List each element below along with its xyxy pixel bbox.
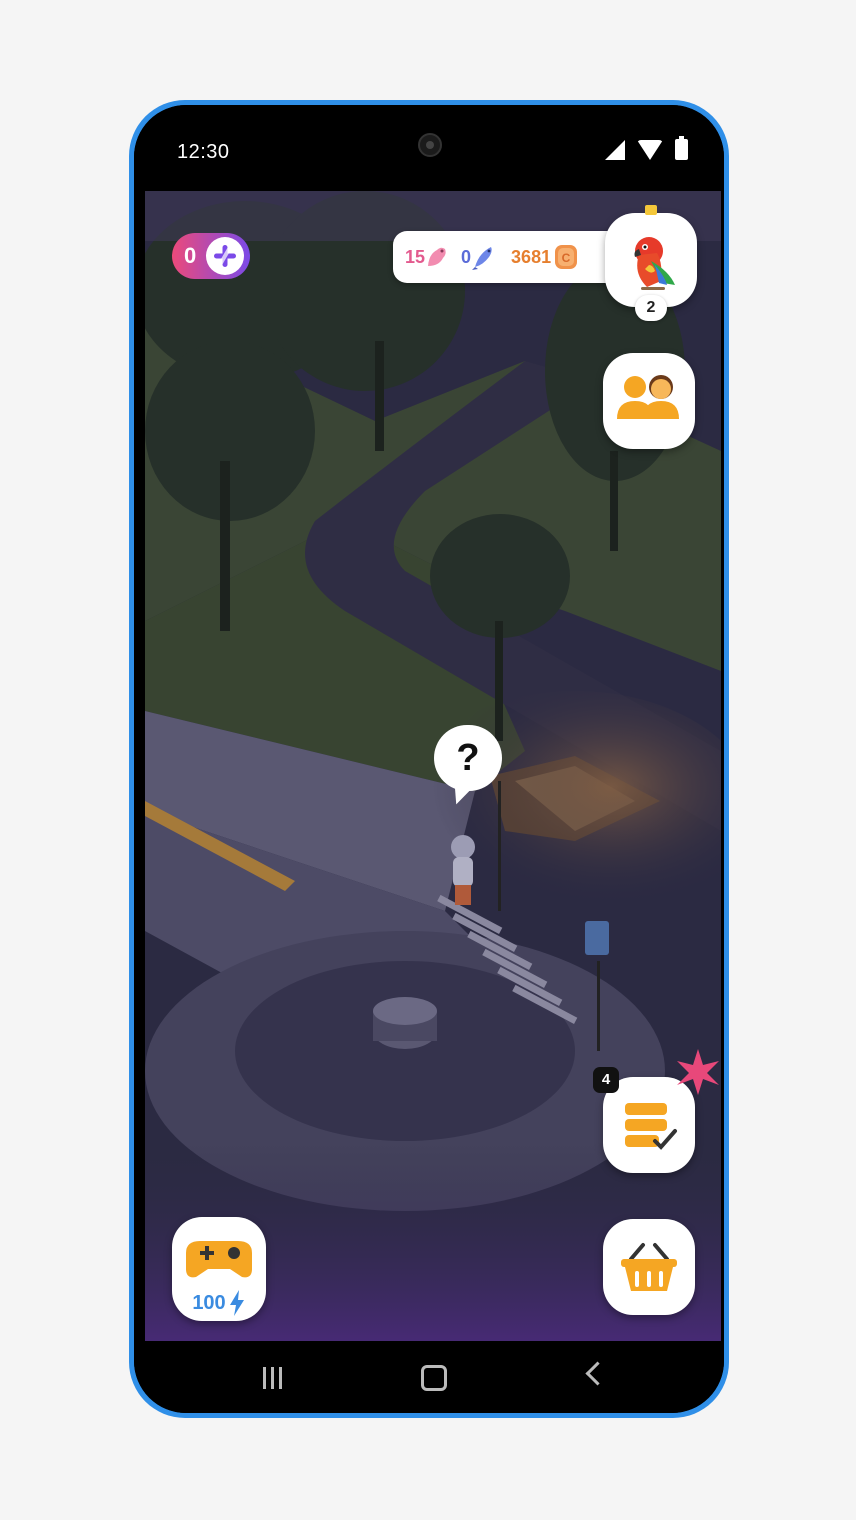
birds-count: 15 xyxy=(405,246,426,267)
front-camera xyxy=(418,133,442,157)
sparkle-icon xyxy=(677,1049,719,1095)
navigation-bar xyxy=(134,1341,724,1413)
fish-count: 0 xyxy=(461,246,472,267)
question-bubble[interactable]: ? xyxy=(434,725,502,791)
status-bar: 12:30 xyxy=(134,105,724,191)
fish-currency: 0 xyxy=(461,243,497,271)
energy-count: 0 xyxy=(184,243,197,268)
parrot-icon xyxy=(634,237,675,290)
games-energy-cost: 100 xyxy=(180,1289,258,1317)
tasks-button[interactable]: 4 xyxy=(593,1049,719,1173)
games-energy-value: 100 xyxy=(192,1291,226,1314)
friends-icon xyxy=(617,375,679,419)
pink-bird-icon xyxy=(428,247,446,266)
parrot-button[interactable]: 2 xyxy=(605,205,697,321)
crown-icon xyxy=(645,205,657,215)
friends-button[interactable] xyxy=(603,353,695,449)
battery-icon xyxy=(675,136,688,160)
basket-icon xyxy=(621,1243,677,1291)
coins-currency: 3681 C xyxy=(511,243,579,271)
coin-icon: C xyxy=(555,245,578,269)
home-icon[interactable] xyxy=(414,1365,454,1391)
game-scene[interactable]: 0 15 0 3681 C 2 4 100 ? xyxy=(145,191,721,1341)
energy-counter[interactable]: 0 xyxy=(172,233,250,279)
phone-screen: 12:30 0 15 0 3681 C 2 4 100 ? xyxy=(134,105,724,1413)
recent-apps-icon[interactable] xyxy=(252,1367,292,1389)
gamepad-icon xyxy=(186,1241,252,1278)
wifi-icon xyxy=(637,139,663,160)
fish-icon xyxy=(472,247,492,270)
birds-currency: 15 xyxy=(405,244,449,270)
currency-bar: 15 0 3681 C xyxy=(393,231,623,283)
shop-button[interactable] xyxy=(603,1219,695,1315)
parrot-badge: 2 xyxy=(635,295,667,321)
signal-icon xyxy=(605,139,625,160)
phone-frame: 12:30 0 15 0 3681 C 2 4 100 ? xyxy=(129,100,729,1418)
tasks-badge: 4 xyxy=(593,1067,619,1093)
lightning-icon xyxy=(229,1290,244,1316)
back-icon[interactable] xyxy=(577,1361,617,1386)
plus-icon[interactable] xyxy=(206,237,244,275)
coins-count: 3681 xyxy=(511,246,552,267)
games-button[interactable]: 100 xyxy=(172,1217,266,1321)
status-icons xyxy=(605,136,688,160)
status-time: 12:30 xyxy=(177,141,230,163)
svg-text:C: C xyxy=(562,251,571,265)
